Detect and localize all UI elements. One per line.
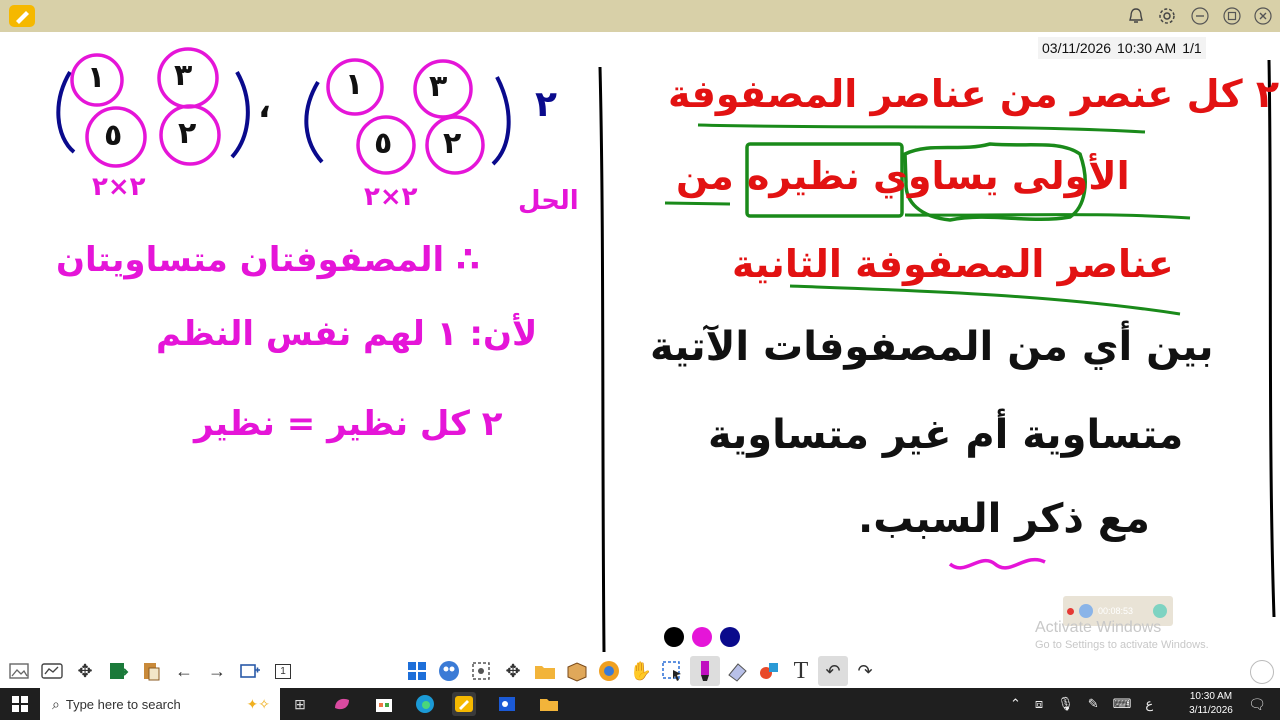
text-icon[interactable]: T (786, 656, 816, 686)
matrix-b-dims: ٢×٢ (364, 182, 418, 212)
background-image-icon[interactable] (4, 656, 34, 686)
store-icon[interactable] (372, 692, 396, 716)
graph-icon[interactable] (37, 656, 67, 686)
undo-icon[interactable]: ↶ (818, 656, 848, 686)
matrix-b-cell: ١ (345, 67, 364, 102)
question-line-1: بين أي من المصفوفات الآتية (650, 324, 1214, 370)
matrix-b-cell: ٥ (374, 126, 393, 161)
screenshot-icon[interactable] (466, 656, 496, 686)
select-icon[interactable] (658, 656, 688, 686)
redo-arrow-icon[interactable]: → (202, 656, 232, 686)
language-indicator[interactable]: ع (1145, 696, 1153, 712)
undo-arrow-icon[interactable]: ← (169, 656, 199, 686)
chevron-up-icon[interactable]: ⌃ (1010, 696, 1021, 712)
taskbar-search[interactable]: ⌕ Type here to search ✦✧ (40, 688, 280, 720)
matrix-a-cell: ٢ (178, 116, 197, 151)
title-bar (0, 0, 1280, 32)
clock-date: 3/11/2026 (1189, 705, 1233, 716)
taskbar-app-tray-icon[interactable]: ⧈ (1035, 696, 1043, 712)
marker-icon[interactable] (690, 656, 720, 686)
copilot-icon[interactable] (330, 692, 354, 716)
system-tray: ⌃ ⧈ 🎙 ✎ ⌨ ع (1010, 688, 1153, 720)
sparkle-icon: ✦✧ (246, 695, 270, 712)
question-line-2: متساوية أم غير متساوية (708, 412, 1184, 458)
page-number-button[interactable]: 1 (268, 656, 298, 686)
move-tool-icon[interactable]: ✥ (498, 656, 528, 686)
watermark-subtitle: Go to Settings to activate Windows. (1035, 639, 1209, 651)
task-view-icon[interactable]: ⊞ (288, 692, 312, 716)
eraser-icon[interactable] (722, 656, 752, 686)
color-swatch-navy[interactable] (720, 627, 740, 647)
matrix-b-cell: ٣ (429, 69, 448, 104)
bracket (491, 76, 511, 166)
whiteboard-app-icon[interactable] (452, 692, 476, 716)
windows-taskbar: ⌕ Type here to search ✦✧ ⊞ ⌃ ⧈ 🎙 ✎ ⌨ ع 1… (0, 688, 1280, 720)
box-icon[interactable] (562, 656, 592, 686)
folder-icon[interactable] (530, 656, 560, 686)
pause-icon[interactable] (1079, 604, 1093, 618)
matrix-b-cell: ٢ (443, 126, 462, 161)
color-swatches (664, 627, 740, 647)
color-swatch-magenta[interactable] (692, 627, 712, 647)
edge-icon[interactable] (413, 692, 437, 716)
search-icon: ⌕ (52, 695, 60, 712)
add-page-icon[interactable] (235, 656, 265, 686)
bell-icon[interactable] (1124, 4, 1148, 28)
help-icon[interactable] (1250, 660, 1274, 684)
notifications-icon[interactable]: 🗨 (1245, 692, 1269, 716)
whiteboard-canvas[interactable]: ٢ ١ ٣ ٥ ٢ ، ١ ٣ ٥ ٢ ٢×٢ ٢×٢ الحل ∴ المصف… (0, 32, 1280, 652)
hand-icon[interactable]: ✋ (626, 656, 656, 686)
browser-icon[interactable] (594, 656, 624, 686)
start-icon[interactable] (12, 696, 28, 712)
outlook-icon[interactable] (495, 692, 519, 716)
solution-line-2: لأن: ١ لهم نفس النظم (156, 314, 538, 354)
settings-icon[interactable] (1155, 4, 1179, 28)
matrix-a-cell: ٥ (104, 118, 123, 153)
minimize-icon[interactable] (1188, 4, 1212, 28)
main-toolbar: ✥ ✋ T ↶ ↷ (402, 656, 880, 686)
export-icon[interactable] (103, 656, 133, 686)
taskbar-clock[interactable]: 10:30 AM 3/11/2026 (1180, 690, 1242, 718)
bracket (304, 80, 324, 164)
close-icon[interactable] (1251, 4, 1275, 28)
matrix-separator: ، (258, 86, 271, 126)
solution-label: الحل (518, 186, 579, 216)
redo-icon[interactable]: ↷ (850, 656, 880, 686)
pen-icon[interactable]: ✎ (1088, 696, 1099, 712)
color-swatch-black[interactable] (664, 627, 684, 647)
rule-line-3: عناصر المصفوفة الثانية (732, 242, 1174, 286)
keyboard-icon[interactable]: ⌨ (1113, 696, 1132, 712)
matrix-a-dims: ٢×٢ (92, 172, 146, 202)
windows-icon[interactable] (402, 656, 432, 686)
clock-time: 10:30 AM (1189, 691, 1233, 702)
people-icon[interactable] (434, 656, 464, 686)
rule-line-2: الأولى يساوي نظيره من (676, 154, 1130, 198)
recorder-time: 00:08:53 (1098, 606, 1134, 616)
activate-windows-watermark: Activate Windows Go to Settings to activ… (1035, 619, 1209, 651)
paste-icon[interactable] (136, 656, 166, 686)
right-edge-line (1267, 59, 1276, 618)
left-toolbar: ✥ ← → 1 (4, 656, 298, 686)
microphone-icon[interactable]: 🎙 (1057, 696, 1074, 712)
matrix-a-cell: ١ (87, 60, 106, 95)
move-icon[interactable]: ✥ (70, 656, 100, 686)
shapes-icon[interactable] (754, 656, 784, 686)
matrix-a-cell: ٣ (174, 58, 193, 93)
stop-icon[interactable] (1153, 604, 1167, 618)
watermark-title: Activate Windows (1035, 619, 1162, 636)
file-explorer-icon[interactable] (537, 692, 561, 716)
page-number-label: 1 (275, 663, 291, 679)
search-placeholder: Type here to search (65, 696, 181, 712)
restore-icon[interactable] (1220, 4, 1244, 28)
bracket (230, 71, 250, 159)
rule-line-1: ٢ كل عنصر من عناصر المصفوفة (668, 72, 1280, 116)
divider-line (598, 66, 606, 652)
record-dot-icon (1067, 607, 1074, 615)
question-number-label: ٢ (535, 84, 557, 125)
solution-line-1: ∴ المصفوفتان متساويتان (56, 240, 480, 280)
pencil-app-icon[interactable] (8, 4, 36, 28)
solution-line-3: ٢ كل نظير = نظير (194, 404, 503, 444)
question-line-3: مع ذكر السبب. (858, 496, 1150, 542)
